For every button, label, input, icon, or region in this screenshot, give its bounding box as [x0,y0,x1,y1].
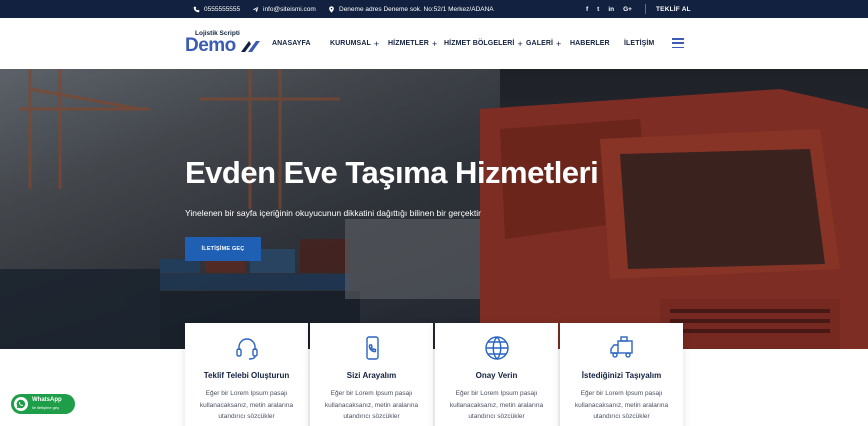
social-links: f t in G+ [586,0,632,18]
card-text: Eğer bir Lorem Ipsum pasajı kullanacaksa… [199,390,294,420]
logo-mark-icon [241,41,260,52]
card-title: Onay Verin [475,371,518,380]
truck-icon [609,335,635,361]
nav-item-galeri[interactable]: GALERİ + [526,18,561,69]
phone-number: 0555555555 [204,5,241,13]
top-bar: 0555555555 info@siteismi.com Deneme adre… [0,0,868,18]
expand-icon: + [517,38,523,49]
nav-label: HİZMETLER [388,40,429,47]
phone-call-icon [359,335,385,361]
get-quote-link[interactable]: TEKLİF AL [656,0,691,18]
nav-item-anasayfa[interactable]: ANASAYFA [272,18,311,69]
address-text: Deneme adres Deneme sok. No:52/1 Merkez/… [339,5,494,13]
card-text: Eğer bir Lorem Ipsum pasajı kullanacaksa… [449,390,544,420]
logo-title: Demo [185,35,236,56]
whatsapp-label: WhatsApp ile iletişime geç [32,397,62,411]
feature-card[interactable]: Teklif Telebi Oluşturun Eğer bir Lorem I… [185,323,308,426]
card-title: İstediğinizi Taşıyalım [581,371,662,380]
address-contact: Deneme adres Deneme sok. No:52/1 Merkez/… [328,0,494,18]
feature-card[interactable]: Sizi Arayalım Eğer bir Lorem Ipsum pasaj… [310,323,433,426]
facebook-icon[interactable]: f [586,6,588,13]
twitter-icon[interactable]: t [597,6,599,13]
logo[interactable]: Lojistik Scripti Demo [185,30,263,58]
email-contact[interactable]: info@siteismi.com [252,0,316,18]
feature-card[interactable]: Onay Verin Eğer bir Lorem Ipsum pasajı k… [435,323,558,426]
whatsapp-icon [14,397,28,411]
nav-item-iletisim[interactable]: İLETİŞİM [624,18,654,69]
card-title: Teklif Telebi Oluşturun [203,371,290,380]
hero-title: Evden Eve Taşıma Hizmetleri [185,155,599,190]
map-pin-icon [329,5,334,13]
whatsapp-title: WhatsApp [32,397,62,403]
nav-label: ANASAYFA [272,40,311,47]
expand-icon: + [373,38,380,49]
nav-item-hizmetler[interactable]: HİZMETLER + [388,18,437,69]
email-address: info@siteismi.com [263,5,316,13]
linkedin-icon[interactable]: in [608,6,614,13]
google-plus-icon[interactable]: G+ [623,6,632,13]
card-text: Eğer bir Lorem Ipsum pasajı kullanacaksa… [324,390,419,420]
expand-icon: + [556,38,562,49]
expand-icon: + [431,38,438,49]
menu-toggle-icon[interactable] [672,38,684,48]
nav-item-hizmet-bolgeleri[interactable]: HİZMET BÖLGELERİ + [444,18,523,69]
phone-icon [193,6,200,12]
nav-label: İLETİŞİM [624,40,655,47]
hero-banner: Evden Eve Taşıma Hizmetleri Yinelenen bi… [0,69,868,349]
headset-icon [234,335,260,361]
nav-item-kurumsal[interactable]: KURUMSAL + [330,18,379,69]
card-text: Eğer bir Lorem Ipsum pasajı kullanacaksa… [574,390,669,420]
whatsapp-button[interactable]: WhatsApp ile iletişime geç [11,394,75,414]
main-header: Lojistik Scripti Demo ANASAYFA KURUMSAL … [0,18,868,69]
divider [645,4,646,14]
phone-contact[interactable]: 0555555555 [193,0,240,18]
send-icon [252,6,259,12]
nav-item-haberler[interactable]: HABERLER [570,18,610,69]
nav-label: HABERLER [570,40,610,47]
card-title: Sizi Arayalım [346,371,397,380]
nav-label: KURUMSAL [330,40,371,47]
whatsapp-subtitle: ile iletişime geç [32,405,60,410]
feature-card[interactable]: İstediğinizi Taşıyalım Eğer bir Lorem Ip… [560,323,683,426]
hero-subtitle: Yinelenen bir sayfa içeriğinin okuyucunu… [185,208,481,218]
nav-label: HİZMET BÖLGELERİ [444,40,515,47]
globe-icon [484,335,510,361]
nav-label: GALERİ [526,40,554,47]
contact-button[interactable]: İLETİŞİME GEÇ [185,237,261,261]
